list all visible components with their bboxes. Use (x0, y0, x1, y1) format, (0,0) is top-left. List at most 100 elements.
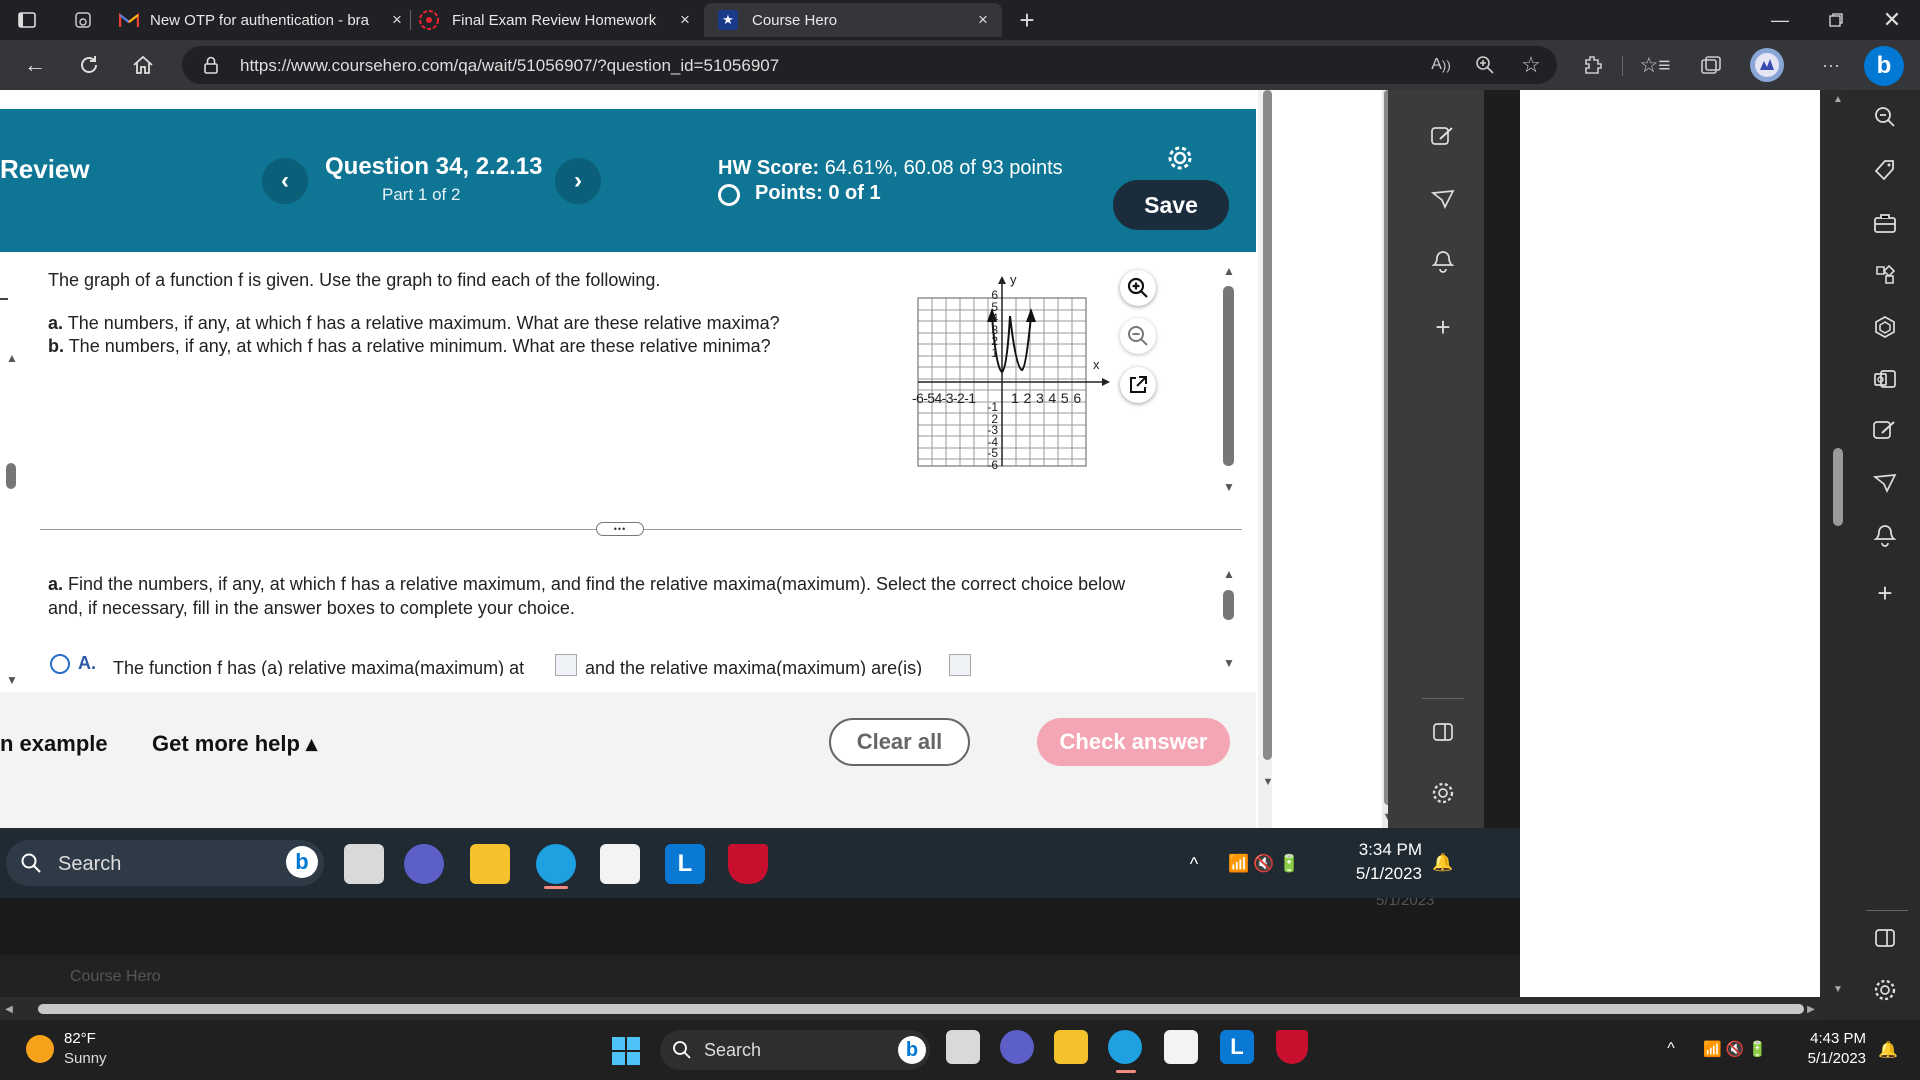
profile-avatar[interactable] (1750, 48, 1784, 82)
left-scroll-thumb[interactable] (6, 463, 16, 489)
inner-send-icon[interactable] (1426, 182, 1460, 216)
panel-scroll-up-icon[interactable]: ▲ (1222, 264, 1236, 278)
inner-clock-time[interactable]: 3:34 PM (1350, 840, 1422, 860)
inner-tray-chevron-icon[interactable]: ^ (1182, 852, 1206, 876)
inner-search-box[interactable] (6, 840, 324, 886)
workspaces-icon[interactable] (70, 8, 96, 32)
more-options-icon[interactable]: ··· (1814, 48, 1848, 82)
page-hscroll-thumb[interactable] (38, 1004, 1804, 1014)
bing-chat-icon[interactable]: b (1864, 46, 1904, 86)
clock-time[interactable]: 4:43 PM (1790, 1030, 1866, 1047)
notification-icon[interactable]: 🔔 (1876, 1038, 1900, 1062)
maximum-value-input[interactable] (949, 654, 971, 676)
previous-question-button[interactable]: ‹ (262, 158, 308, 204)
inner-add-icon[interactable]: + (1426, 310, 1460, 344)
sidebar-games-icon[interactable] (1868, 258, 1902, 292)
lock-icon[interactable] (200, 54, 222, 76)
edge-icon[interactable] (1108, 1030, 1142, 1064)
answer-scroll-down-icon[interactable]: ▼ (1222, 656, 1236, 670)
add-favorite-icon[interactable]: ☆ (1514, 48, 1548, 82)
back-icon[interactable]: ← (16, 46, 54, 84)
page-scroll-down-icon[interactable]: ▼ (1831, 982, 1845, 996)
maximum-location-input[interactable] (555, 654, 577, 676)
sidebar-m365-icon[interactable] (1868, 310, 1902, 344)
file-explorer-icon[interactable] (1054, 1030, 1088, 1064)
scroll-up-arrow-icon[interactable]: ▲ (4, 350, 20, 366)
next-question-button[interactable]: › (555, 158, 601, 204)
l-app-icon[interactable]: L (1220, 1030, 1254, 1064)
sidebar-bell-icon[interactable] (1868, 518, 1902, 552)
inner-bell-icon[interactable] (1426, 244, 1460, 278)
answer-scroll-thumb[interactable] (1223, 590, 1234, 620)
save-button[interactable]: Save (1113, 180, 1229, 230)
tab-coursehero[interactable]: ★ Course Hero × (704, 3, 1002, 37)
inner-clock-date[interactable]: 5/1/2023 (1348, 864, 1422, 884)
check-answer-button[interactable]: Check answer (1037, 718, 1230, 766)
tab-gmail[interactable]: New OTP for authentication - bra × (118, 3, 408, 37)
microsoft-store-icon[interactable] (1164, 1030, 1198, 1064)
hscroll-left-icon[interactable]: ◀ (2, 1002, 16, 1016)
tray-icons[interactable]: 📶🔇🔋 (1696, 1038, 1778, 1060)
sidebar-panel-toggle-icon[interactable] (1868, 921, 1902, 955)
close-tab-icon[interactable]: × (674, 9, 696, 31)
inner-mcafee-icon[interactable] (728, 844, 768, 884)
sidebar-shopping-icon[interactable] (1868, 153, 1902, 187)
choice-a-radio[interactable] (50, 654, 70, 674)
inner-compose-icon[interactable] (1426, 120, 1460, 154)
close-tab-icon[interactable]: × (386, 9, 408, 31)
inner-notification-icon[interactable]: 🔔 (1430, 850, 1456, 876)
view-example-link[interactable]: n example (0, 731, 108, 757)
inner-taskview-icon[interactable] (344, 844, 384, 884)
taskview-icon[interactable] (946, 1030, 980, 1064)
answer-scroll-up-icon[interactable]: ▲ (1222, 567, 1236, 581)
sidebar-settings-icon[interactable] (1868, 973, 1902, 1007)
sidebar-outlook-icon[interactable] (1868, 362, 1902, 396)
close-tab-icon[interactable]: × (972, 9, 994, 31)
inner-tray-icons[interactable]: 📶🔇🔋 (1226, 852, 1306, 876)
sidebar-tools-icon[interactable] (1868, 206, 1902, 240)
clear-all-button[interactable]: Clear all (829, 718, 970, 766)
inner-page-scroll-thumb[interactable] (1263, 90, 1272, 760)
inner-bing-icon[interactable]: b (286, 846, 318, 878)
tab-actions-icon[interactable] (14, 8, 40, 32)
hscroll-right-icon[interactable]: ▶ (1804, 1002, 1818, 1016)
weather-temperature[interactable]: 82°F (64, 1030, 96, 1047)
sidebar-compose-icon[interactable] (1868, 414, 1902, 448)
inner-settings-icon[interactable] (1426, 776, 1460, 810)
extensions-icon[interactable] (1576, 48, 1610, 82)
tray-chevron-icon[interactable]: ^ (1660, 1038, 1682, 1060)
taskbar-bing-icon[interactable]: b (898, 1036, 926, 1064)
expand-ellipsis-button[interactable]: ••• (596, 522, 644, 536)
scroll-down-arrow-icon[interactable]: ▼ (4, 672, 20, 688)
teams-icon[interactable] (1000, 1030, 1034, 1064)
taskbar-search-box[interactable] (660, 1030, 930, 1070)
open-graph-button[interactable] (1120, 367, 1156, 403)
windows-start-icon[interactable] (611, 1036, 641, 1066)
tab-mylab[interactable]: Final Exam Review Homework × (418, 3, 696, 37)
page-vscroll-thumb[interactable] (1833, 448, 1843, 526)
read-aloud-icon[interactable]: A)) (1424, 48, 1458, 82)
panel-scroll-thumb[interactable] (1223, 286, 1234, 466)
refresh-icon[interactable] (70, 46, 108, 84)
minimize-icon[interactable]: — (1752, 0, 1808, 40)
sidebar-add-icon[interactable]: + (1868, 576, 1902, 610)
weather-description[interactable]: Sunny (64, 1050, 107, 1067)
zoom-out-button[interactable] (1120, 318, 1156, 354)
inner-store-icon[interactable] (600, 844, 640, 884)
clock-date[interactable]: 5/1/2023 (1790, 1050, 1866, 1067)
sidebar-search-icon[interactable] (1868, 100, 1902, 134)
new-tab-icon[interactable]: + (1012, 5, 1042, 35)
inner-teams-icon[interactable] (404, 844, 444, 884)
restore-icon[interactable] (1808, 0, 1864, 40)
get-more-help-button[interactable]: Get more help ▴ (152, 731, 317, 757)
panel-scroll-down-icon[interactable]: ▼ (1222, 480, 1236, 494)
page-scroll-up-icon[interactable]: ▲ (1831, 92, 1845, 106)
mcafee-icon[interactable] (1276, 1030, 1308, 1064)
inner-edge-icon[interactable] (536, 844, 576, 884)
inner-l-app-icon[interactable]: L (665, 844, 705, 884)
zoom-icon[interactable] (1468, 48, 1502, 82)
zoom-in-button[interactable] (1120, 270, 1156, 306)
collections-icon[interactable] (1694, 48, 1728, 82)
weather-sun-icon[interactable] (26, 1035, 54, 1063)
favorites-icon[interactable]: ☆≡ (1638, 48, 1672, 82)
